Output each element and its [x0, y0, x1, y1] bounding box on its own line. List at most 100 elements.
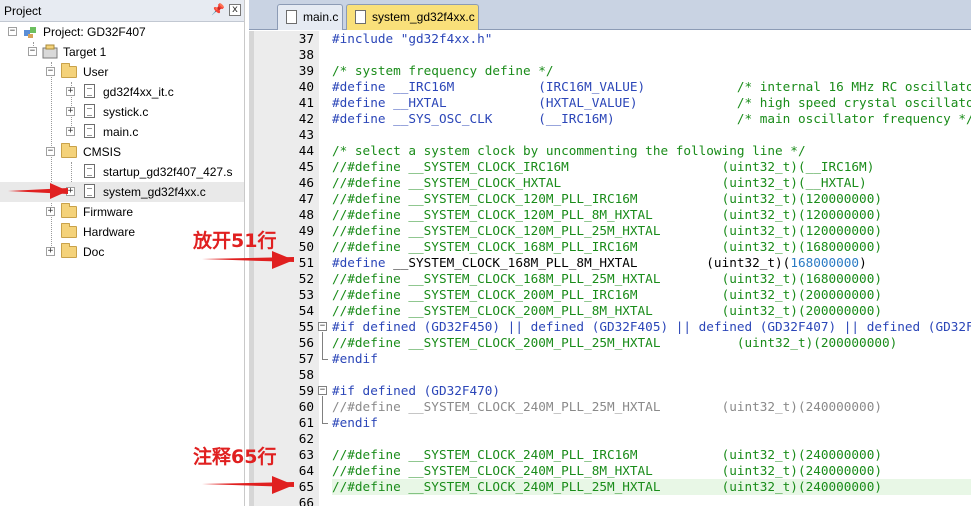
- code-line[interactable]: 59− #if defined (GD32F470): [249, 383, 971, 399]
- collapse-icon[interactable]: −: [318, 386, 327, 395]
- expand-icon[interactable]: +: [46, 247, 55, 256]
- code-text[interactable]: [332, 495, 971, 506]
- code-text[interactable]: #define __IRC16M (IRC16M_VALUE) /* inter…: [332, 79, 971, 95]
- code-text[interactable]: //#define __SYSTEM_CLOCK_200M_PLL_IRC16M…: [332, 287, 971, 303]
- line-number: 47: [298, 191, 314, 206]
- arrow-to-system-file: [8, 183, 68, 199]
- tree-group-user[interactable]: − User: [0, 62, 244, 82]
- code-line[interactable]: 51 #define __SYSTEM_CLOCK_168M_PLL_8M_HXT…: [249, 255, 971, 271]
- code-line[interactable]: 57 #endif: [249, 351, 971, 367]
- code-line[interactable]: 63//#define __SYSTEM_CLOCK_240M_PLL_IRC1…: [249, 447, 971, 463]
- line-number: 66: [298, 495, 314, 506]
- code-line[interactable]: 49//#define __SYSTEM_CLOCK_120M_PLL_25M_…: [249, 223, 971, 239]
- code-line[interactable]: 38: [249, 47, 971, 63]
- code-text[interactable]: //#define __SYSTEM_CLOCK_HXTAL (uint32_t…: [332, 175, 971, 191]
- code-text[interactable]: //#define __SYSTEM_CLOCK_168M_PLL_IRC16M…: [332, 239, 971, 255]
- code-text[interactable]: //#define __SYSTEM_CLOCK_168M_PLL_25M_HX…: [332, 271, 971, 287]
- code-text[interactable]: //#define __SYSTEM_CLOCK_240M_PLL_25M_HX…: [332, 399, 971, 415]
- code-text[interactable]: //#define __SYSTEM_CLOCK_240M_PLL_8M_HXT…: [332, 463, 971, 479]
- tab-main-c[interactable]: main.c: [277, 4, 343, 30]
- code-text[interactable]: //#define __SYSTEM_CLOCK_240M_PLL_IRC16M…: [332, 447, 971, 463]
- code-line[interactable]: 61 #endif: [249, 415, 971, 431]
- code-text[interactable]: #endif: [332, 351, 971, 367]
- code-text[interactable]: /* system frequency define */: [332, 63, 971, 79]
- code-line[interactable]: 47 //#define __SYSTEM_CLOCK_120M_PLL_IRC1…: [249, 191, 971, 207]
- code-line[interactable]: 62: [249, 431, 971, 447]
- code-line[interactable]: 66: [249, 495, 971, 506]
- code-text[interactable]: //#define __SYSTEM_CLOCK_200M_PLL_25M_HX…: [332, 335, 971, 351]
- code-line[interactable]: 42 #define __SYS_OSC_CLK (__IRC16M) /* ma…: [249, 111, 971, 127]
- expand-icon[interactable]: +: [46, 207, 55, 216]
- code-line[interactable]: 65//#define __SYSTEM_CLOCK_240M_PLL_25M_…: [249, 479, 971, 495]
- code-text[interactable]: #define __SYSTEM_CLOCK_168M_PLL_8M_HXTAL…: [332, 255, 971, 271]
- code-line[interactable]: 54 //#define __SYSTEM_CLOCK_200M_PLL_8M_H…: [249, 303, 971, 319]
- tab-system-gd32f4xx-c[interactable]: system_gd32f4xx.c: [346, 4, 479, 30]
- code-text[interactable]: [332, 431, 971, 447]
- tree-item-project[interactable]: − Project: GD32F407: [0, 22, 244, 42]
- code-line[interactable]: 46 //#define __SYSTEM_CLOCK_HXTAL (uint32…: [249, 175, 971, 191]
- file-icon: [84, 104, 95, 118]
- tree-item-label: Project: GD32F407: [43, 25, 146, 39]
- code-line[interactable]: 40 #define __IRC16M (IRC16M_VALUE) /* int…: [249, 79, 971, 95]
- code-text[interactable]: #endif: [332, 415, 971, 431]
- code-line[interactable]: 56 //#define __SYSTEM_CLOCK_200M_PLL_25M_…: [249, 335, 971, 351]
- collapse-icon[interactable]: −: [46, 67, 55, 76]
- code-line[interactable]: 41 #define __HXTAL (HXTAL_VALUE) /* high …: [249, 95, 971, 111]
- code-text[interactable]: #if defined (GD32F470): [332, 383, 971, 399]
- code-line[interactable]: 43: [249, 127, 971, 143]
- code-text[interactable]: #define __SYS_OSC_CLK (__IRC16M) /* main…: [332, 111, 971, 127]
- code-line[interactable]: 44 /* select a system clock by uncommenti…: [249, 143, 971, 159]
- fold-toggle[interactable]: −: [317, 319, 329, 335]
- code-text[interactable]: [332, 127, 971, 143]
- tree-group-cmsis[interactable]: − CMSIS: [0, 142, 244, 162]
- code-text[interactable]: /* select a system clock by uncommenting…: [332, 143, 971, 159]
- pin-icon[interactable]: 📌: [211, 3, 225, 17]
- tree-group-firmware[interactable]: + Firmware: [0, 202, 244, 222]
- project-pane-header: Project 📌 x: [0, 0, 244, 22]
- code-text[interactable]: //#define __SYSTEM_CLOCK_120M_PLL_8M_HXT…: [332, 207, 971, 223]
- code-line[interactable]: 50//#define __SYSTEM_CLOCK_168M_PLL_IRC1…: [249, 239, 971, 255]
- tree-file-startup[interactable]: startup_gd32f407_427.s: [0, 162, 244, 182]
- tree-item-target[interactable]: − Target 1: [0, 42, 244, 62]
- code-text[interactable]: //#define __SYSTEM_CLOCK_120M_PLL_25M_HX…: [332, 223, 971, 239]
- collapse-icon[interactable]: −: [28, 47, 37, 56]
- code-line[interactable]: 55− #if defined (GD32F450) || defined (GD…: [249, 319, 971, 335]
- code-text[interactable]: #include "gd32f4xx.h": [332, 31, 971, 47]
- collapse-icon[interactable]: −: [318, 322, 327, 331]
- line-number: 38: [298, 47, 314, 62]
- tree-file-main[interactable]: + main.c: [0, 122, 244, 142]
- fold-toggle[interactable]: −: [317, 383, 329, 399]
- code-text[interactable]: //#define __SYSTEM_CLOCK_240M_PLL_25M_HX…: [332, 479, 971, 495]
- collapse-icon[interactable]: −: [46, 147, 55, 156]
- code-line[interactable]: 48 //#define __SYSTEM_CLOCK_120M_PLL_8M_H…: [249, 207, 971, 223]
- tab-label: system_gd32f4xx.c: [372, 10, 475, 24]
- code-text[interactable]: //#define __SYSTEM_CLOCK_200M_PLL_8M_HXT…: [332, 303, 971, 319]
- code-line[interactable]: 60 //#define __SYSTEM_CLOCK_240M_PLL_25M_…: [249, 399, 971, 415]
- code-line[interactable]: 53 //#define __SYSTEM_CLOCK_200M_PLL_IRC1…: [249, 287, 971, 303]
- tree-file-systick[interactable]: + systick.c: [0, 102, 244, 122]
- expand-icon[interactable]: +: [66, 87, 75, 96]
- code-token: //#define __SYSTEM_CLOCK_120M_PLL_25M_HX…: [332, 223, 882, 238]
- tree-file-gd32f4xx-it[interactable]: + gd32f4xx_it.c: [0, 82, 244, 102]
- code-text[interactable]: //#define __SYSTEM_CLOCK_IRC16M (uint32_…: [332, 159, 971, 175]
- code-line[interactable]: 37 #include "gd32f4xx.h": [249, 31, 971, 47]
- file-icon: [84, 184, 95, 198]
- code-line[interactable]: 52 //#define __SYSTEM_CLOCK_168M_PLL_25M_…: [249, 271, 971, 287]
- code-token: 168000000: [790, 255, 860, 270]
- close-pane-button[interactable]: x: [229, 4, 241, 16]
- code-text[interactable]: #define __HXTAL (HXTAL_VALUE) /* high sp…: [332, 95, 971, 111]
- code-line[interactable]: 58: [249, 367, 971, 383]
- code-area[interactable]: 37 #include "gd32f4xx.h" 38 39 /* system fre…: [249, 31, 971, 506]
- code-line[interactable]: 45 //#define __SYSTEM_CLOCK_IRC16M (uint3…: [249, 159, 971, 175]
- code-text[interactable]: [332, 367, 971, 383]
- collapse-icon[interactable]: −: [8, 27, 17, 36]
- expand-icon[interactable]: +: [66, 127, 75, 136]
- tree-item-label: startup_gd32f407_427.s: [103, 165, 233, 179]
- file-icon: [84, 124, 95, 138]
- code-text[interactable]: [332, 47, 971, 63]
- code-line[interactable]: 39 /* system frequency define */: [249, 63, 971, 79]
- code-line[interactable]: 64//#define __SYSTEM_CLOCK_240M_PLL_8M_H…: [249, 463, 971, 479]
- code-text[interactable]: #if defined (GD32F450) || defined (GD32F…: [332, 319, 971, 335]
- expand-icon[interactable]: +: [66, 107, 75, 116]
- code-text[interactable]: //#define __SYSTEM_CLOCK_120M_PLL_IRC16M…: [332, 191, 971, 207]
